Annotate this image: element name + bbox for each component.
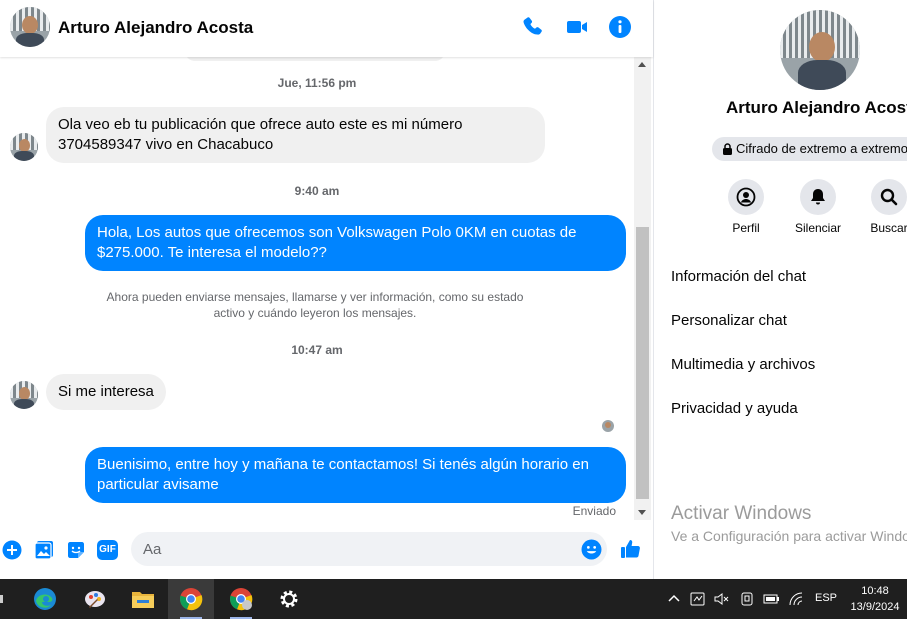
outgoing-message[interactable]: Buenisimo, entre hoy y mañana te contact… <box>85 447 626 503</box>
search-icon <box>879 187 899 207</box>
gif-icon[interactable]: GIF <box>97 540 118 560</box>
encryption-badge[interactable]: Cifrado de extremo a extremo <box>712 137 907 161</box>
settings-icon <box>278 588 300 610</box>
activate-windows-title: Activar Windows <box>671 503 812 524</box>
chat-info-panel: Arturo Alejandro Acosta Cifrado de extre… <box>653 0 907 579</box>
taskbar-edge[interactable] <box>22 579 68 619</box>
menu-media-files[interactable]: Multimedia y archivos <box>671 356 815 373</box>
taskbar-paint[interactable] <box>72 579 118 619</box>
video-camera-icon[interactable] <box>565 15 591 41</box>
taskbar-chrome[interactable] <box>168 579 214 619</box>
phone-icon[interactable] <box>521 15 547 41</box>
profile-photo[interactable] <box>780 10 860 90</box>
image-icon[interactable] <box>34 540 54 560</box>
wifi-icon[interactable] <box>788 591 804 607</box>
timestamp: 9:40 am <box>294 184 340 198</box>
file-explorer-icon <box>131 588 155 610</box>
system-notice: Ahora pueden enviarse mensajes, llamarse… <box>106 290 524 320</box>
menu-privacy-help[interactable]: Privacidad y ayuda <box>671 400 798 417</box>
contact-avatar[interactable] <box>10 7 50 47</box>
paint-icon <box>83 587 107 611</box>
chrome-icon <box>179 587 203 611</box>
taskbar-edge-marker <box>0 595 3 603</box>
contact-name[interactable]: Arturo Alejandro Acosta <box>58 18 253 38</box>
composer: GIF <box>0 520 653 579</box>
message-scrollbar[interactable] <box>634 57 651 520</box>
menu-customize-chat[interactable]: Personalizar chat <box>671 312 787 329</box>
mute-action[interactable]: Silenciar <box>783 179 853 235</box>
sender-avatar <box>10 133 38 161</box>
clock-date: 13/9/2024 <box>850 601 900 613</box>
onscreen-keyboard-icon[interactable] <box>690 591 706 607</box>
bell-icon <box>808 187 828 207</box>
battery-icon[interactable] <box>762 592 780 606</box>
chat-header: Arturo Alejandro Acosta <box>0 0 653 57</box>
timestamp: 10:47 am <box>291 343 343 357</box>
scroll-thumb[interactable] <box>636 227 649 499</box>
speaker-muted-icon[interactable] <box>713 591 729 607</box>
action-label: Perfil <box>732 221 760 235</box>
incoming-message[interactable]: Si me interesa <box>46 374 166 410</box>
timestamp: Jue, 11:56 pm <box>277 76 357 90</box>
scroll-down-arrow[interactable] <box>638 510 646 515</box>
lock-icon <box>722 143 733 155</box>
windows-taskbar: ESP 10:48 13/9/2024 <box>0 579 907 619</box>
incoming-message[interactable]: Ola veo eb tu publicación que ofrece aut… <box>46 107 545 163</box>
scroll-up-arrow[interactable] <box>638 62 646 67</box>
info-icon[interactable] <box>608 15 634 41</box>
chevron-up-icon[interactable] <box>668 593 680 603</box>
meet-now-icon[interactable] <box>739 591 755 607</box>
menu-chat-info[interactable]: Información del chat <box>671 268 806 285</box>
profile-action[interactable]: Perfil <box>711 179 781 235</box>
outgoing-message[interactable]: Hola, Los autos que ofrecemos son Volksw… <box>85 215 626 271</box>
search-action[interactable]: Buscar <box>854 179 907 235</box>
profile-name: Arturo Alejandro Acosta <box>726 98 907 117</box>
seen-avatar <box>602 420 614 432</box>
action-label: Silenciar <box>794 221 842 235</box>
message-input[interactable] <box>131 532 607 566</box>
edge-icon <box>33 587 57 611</box>
message-list[interactable]: Jue, 11:56 pm Ola veo eb tu publicación … <box>0 57 634 520</box>
clock-time: 10:48 <box>861 585 889 597</box>
taskbar-file-explorer[interactable] <box>120 579 166 619</box>
gif-label: GIF <box>97 540 118 560</box>
taskbar-chrome-profile[interactable] <box>218 579 264 619</box>
chrome-profile-icon <box>229 587 253 611</box>
sender-avatar <box>10 381 38 409</box>
activate-windows-subtitle: Ve a Configuración para activar Windows. <box>671 528 907 544</box>
like-icon[interactable] <box>619 537 643 561</box>
profile-icon <box>736 187 756 207</box>
sticker-icon[interactable] <box>66 540 86 560</box>
language-indicator[interactable]: ESP <box>815 592 837 604</box>
previous-message-edge <box>185 57 445 61</box>
emoji-icon[interactable] <box>581 539 602 560</box>
action-label: Buscar <box>870 221 907 235</box>
plus-icon[interactable] <box>2 540 22 560</box>
encryption-label: Cifrado de extremo a extremo <box>736 141 907 156</box>
taskbar-settings[interactable] <box>266 579 312 619</box>
sent-status: Enviado <box>572 504 616 518</box>
system-clock[interactable]: 10:48 13/9/2024 <box>846 583 904 615</box>
